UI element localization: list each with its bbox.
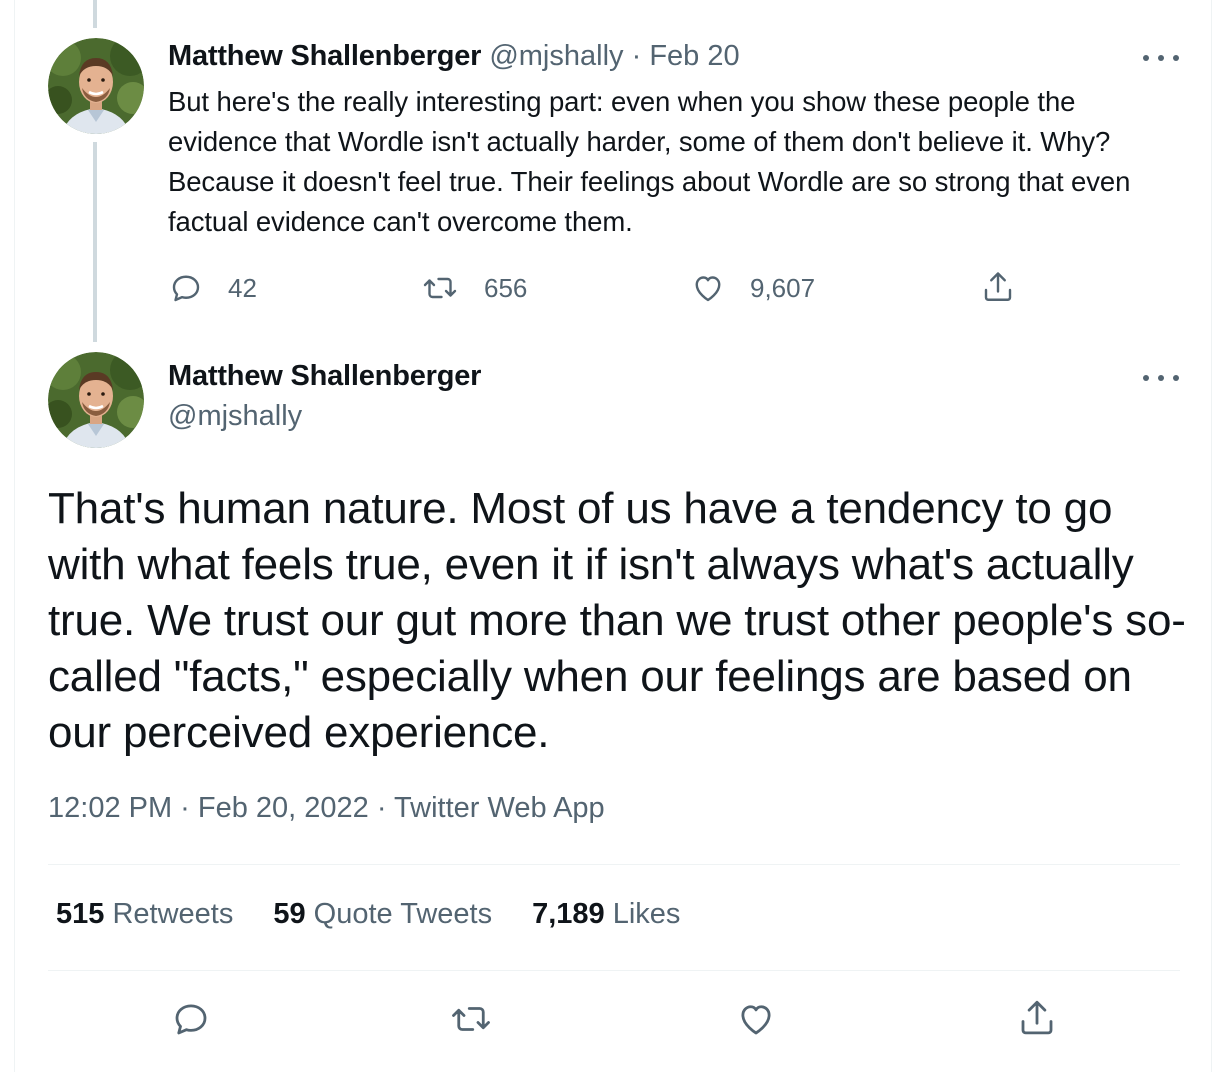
quote-tweets-stat[interactable]: 59 Quote Tweets xyxy=(273,898,492,931)
engagement-stats: 515 Retweets 59 Quote Tweets 7,189 Likes xyxy=(56,898,680,931)
retweets-count: 515 xyxy=(56,898,105,930)
reply-button[interactable] xyxy=(170,998,212,1045)
retweets-stat[interactable]: 515 Retweets xyxy=(56,898,233,931)
tweet1-text: But here's the really interesting part: … xyxy=(168,86,1131,237)
author-name[interactable]: Matthew Shallenberger xyxy=(168,360,481,393)
likes-stat[interactable]: 7,189 Likes xyxy=(532,898,680,931)
avatar-tweet2[interactable] xyxy=(48,352,144,448)
thread-line xyxy=(93,142,97,342)
author-handle[interactable]: @mjshally xyxy=(168,400,302,433)
share-button[interactable] xyxy=(980,268,1016,306)
divider xyxy=(48,970,1180,971)
heart-icon xyxy=(741,1005,771,1035)
like-count: 9,607 xyxy=(750,272,816,303)
reply-icon xyxy=(172,275,200,302)
more-icon[interactable] xyxy=(1143,48,1179,68)
tweet2-text: That's human nature. Most of us have a t… xyxy=(48,484,1186,757)
retweets-label: Retweets xyxy=(112,898,234,930)
more-icon[interactable] xyxy=(1143,368,1179,388)
author-name[interactable]: Matthew Shallenberger xyxy=(168,40,481,72)
heart-icon xyxy=(695,276,721,302)
tweet1-header: Matthew Shallenberger @mjshally · Feb 20 xyxy=(168,40,740,73)
share-button[interactable] xyxy=(1016,996,1058,1045)
avatar-tweet1[interactable] xyxy=(48,38,144,134)
reply-icon xyxy=(175,1004,207,1035)
retweet-icon xyxy=(423,277,457,299)
divider xyxy=(48,864,1180,865)
share-icon xyxy=(1021,1000,1053,1035)
retweet-button[interactable]: 656 xyxy=(420,270,527,306)
separator-dot: · xyxy=(631,40,642,72)
quotes-label: Quote Tweets xyxy=(313,898,493,930)
tweet-meta[interactable]: 12:02 PM · Feb 20, 2022 · Twitter Web Ap… xyxy=(48,792,605,825)
author-handle[interactable]: @mjshally xyxy=(489,40,623,72)
thread-line-top xyxy=(93,0,97,28)
share-icon xyxy=(984,272,1012,301)
likes-count: 7,189 xyxy=(532,898,605,930)
quotes-count: 59 xyxy=(273,898,306,930)
like-button[interactable]: 9,607 xyxy=(690,270,815,306)
likes-label: Likes xyxy=(612,898,681,930)
retweet-count: 656 xyxy=(484,272,528,303)
like-button[interactable] xyxy=(735,998,777,1045)
retweet-icon xyxy=(452,1007,490,1031)
reply-button[interactable]: 42 xyxy=(168,270,257,306)
retweet-button[interactable] xyxy=(448,998,494,1045)
tweet-date[interactable]: Feb 20 xyxy=(649,40,739,72)
avatar-image xyxy=(48,38,144,134)
reply-count: 42 xyxy=(228,272,257,303)
avatar-image xyxy=(48,352,144,448)
